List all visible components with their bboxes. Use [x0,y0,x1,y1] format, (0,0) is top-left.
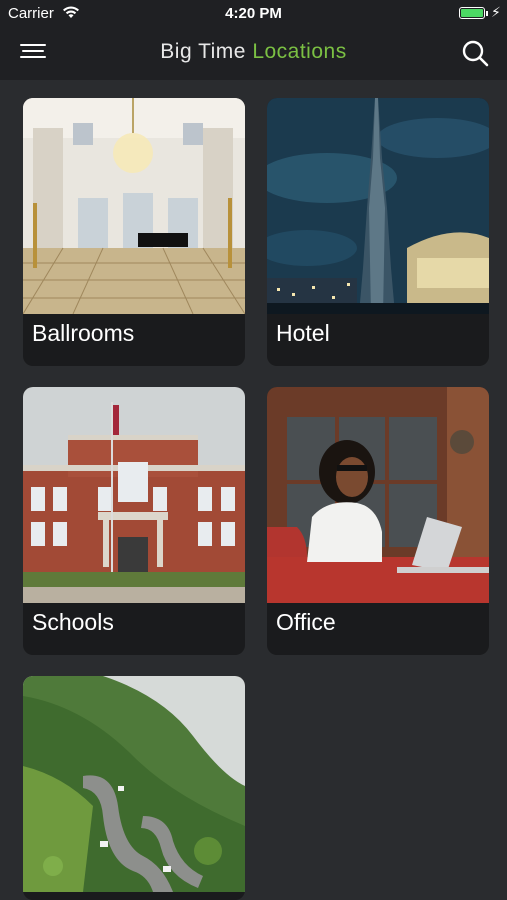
search-icon[interactable] [461,39,489,67]
ballroom-photo [23,98,245,314]
office-woman-laptop-photo [267,387,489,603]
title-word-2: Locations [252,40,347,63]
location-label: Office [276,609,336,635]
skyline-photo [267,98,489,314]
location-label: Schools [32,609,114,635]
navigation-bar: Big Time Locations [0,26,507,80]
page-title: Big Time Locations [0,40,507,64]
title-word-1: Big Time [160,40,246,63]
charging-icon: ⚡ [491,4,501,20]
location-card-hotel[interactable]: Hotel [267,98,489,366]
location-card-office[interactable]: Office [267,387,489,655]
location-card-ballrooms[interactable]: Ballrooms [23,98,245,366]
clock: 4:20 PM [225,5,282,22]
battery-icon [459,7,485,19]
school-building-photo [23,387,245,603]
location-label: Hotel [276,320,330,346]
location-card-5[interactable] [23,676,245,900]
mountain-road-photo [23,676,245,892]
status-bar: Carrier 4:20 PM ⚡ [0,0,507,26]
location-card-schools[interactable]: Schools [23,387,245,655]
location-label: Ballrooms [32,320,135,346]
